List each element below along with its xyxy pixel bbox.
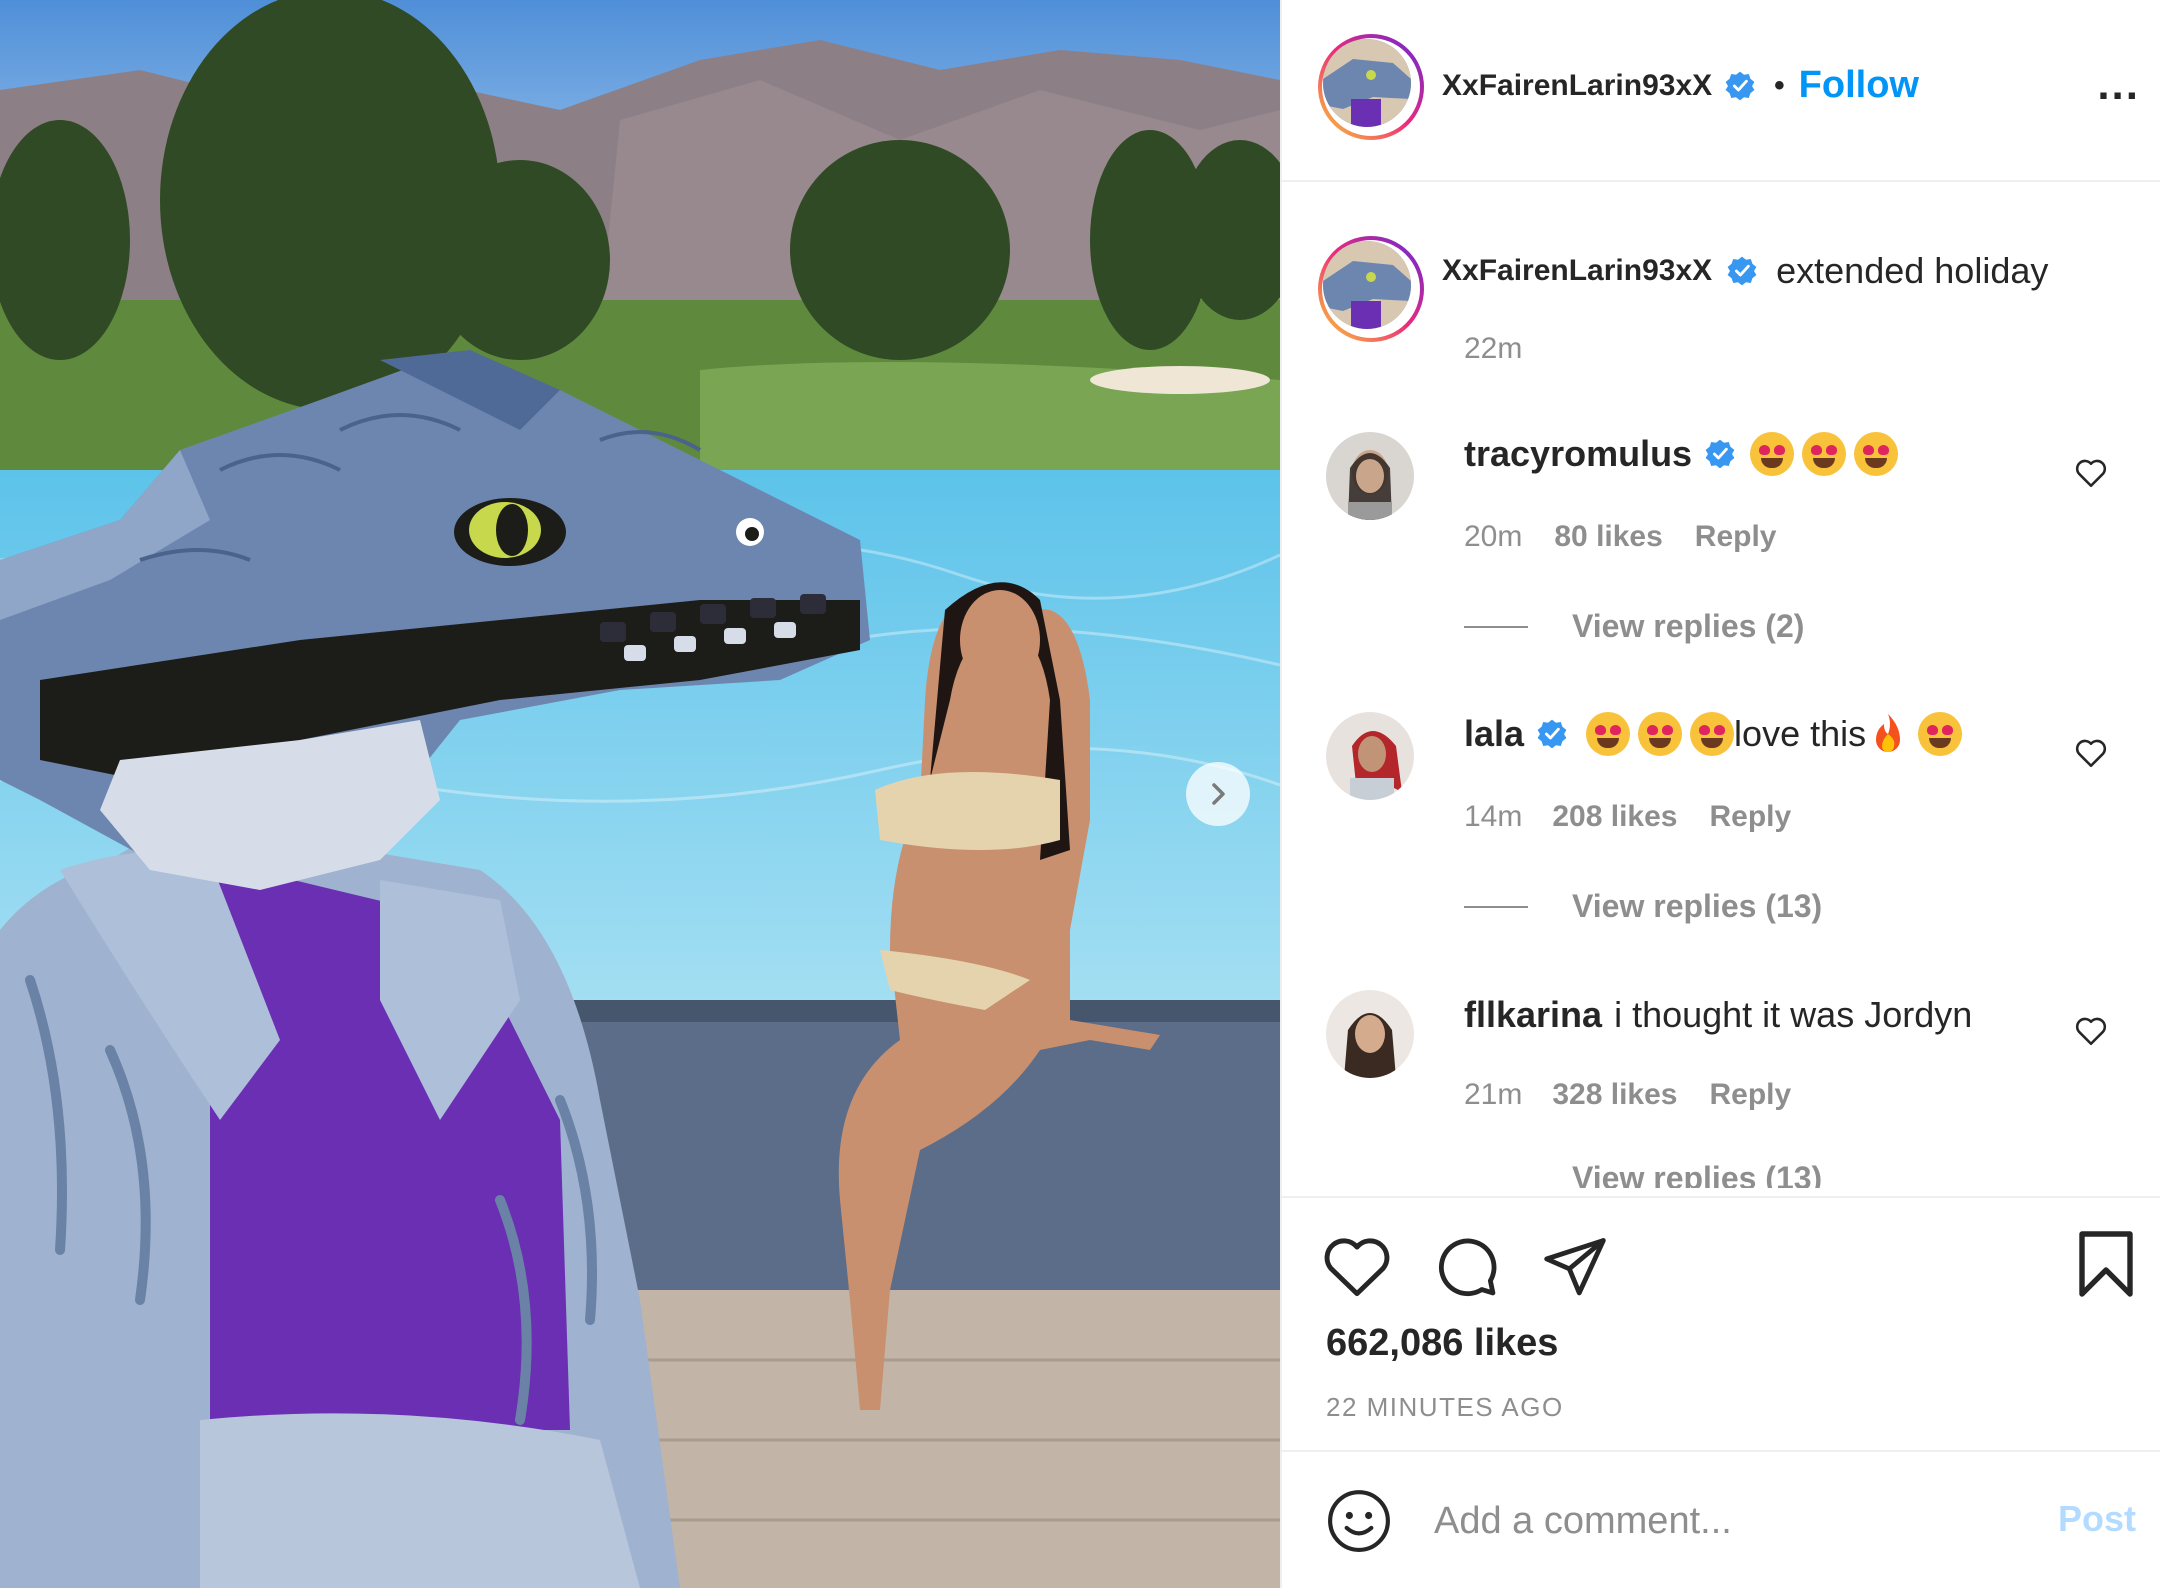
heart-eyes-emoji: [1854, 432, 1899, 476]
heart-eyes-emoji: [1802, 432, 1847, 476]
post-time-ago[interactable]: 22 MINUTES AGO: [1326, 1392, 1564, 1423]
view-replies-button[interactable]: View replies (13): [1572, 888, 1822, 925]
verified-icon: [1537, 719, 1567, 749]
post-actions: 662,086 likes 22 MINUTES AGO: [1282, 1196, 2160, 1454]
more-options-button[interactable]: ...: [2097, 60, 2140, 110]
view-replies-clipped: View replies (13): [1464, 1164, 1822, 1188]
comment-time: 21m: [1464, 1078, 1523, 1111]
commenter-avatar[interactable]: [1326, 990, 1414, 1078]
view-replies-button[interactable]: View replies (13): [1572, 1164, 1822, 1188]
verified-icon: [1725, 71, 1755, 100]
comment-likes[interactable]: 80 likes: [1554, 520, 1662, 554]
heart-eyes-emoji: [1638, 712, 1683, 756]
next-image-button[interactable]: [1186, 762, 1250, 826]
heart-eyes-emoji: [1918, 712, 1963, 756]
comment-input[interactable]: [1432, 1492, 1996, 1550]
reply-button[interactable]: Reply: [1709, 800, 1791, 834]
emoji-icon[interactable]: [1326, 1488, 1392, 1554]
like-comment-heart-icon[interactable]: [2074, 736, 2108, 770]
caption-username[interactable]: XxFairenLarin93xX: [1442, 254, 1712, 288]
author-username[interactable]: XxFairenLarin93xX: [1442, 69, 1712, 103]
heart-eyes-emoji: [1690, 712, 1735, 756]
heart-icon[interactable]: [1322, 1234, 1392, 1298]
verified-icon: [1727, 256, 1757, 286]
avatar-illustration: [1323, 39, 1411, 127]
comment-icon[interactable]: [1432, 1232, 1500, 1300]
reply-button[interactable]: Reply: [1695, 520, 1777, 554]
caption-timestamp: 22m: [1464, 332, 1523, 365]
follow-button[interactable]: Follow: [1799, 64, 1919, 107]
avatar-photo: [1326, 712, 1414, 800]
comment-username[interactable]: fllkarina: [1464, 994, 1602, 1036]
view-replies-line: [1464, 905, 1528, 908]
caption-text: extended holiday: [1776, 250, 2049, 291]
like-comment-heart-icon[interactable]: [2074, 1014, 2108, 1048]
comment-likes[interactable]: 208 likes: [1552, 800, 1677, 834]
heart-eyes-emoji: [1586, 712, 1631, 756]
comment-likes[interactable]: 328 likes: [1552, 1078, 1677, 1112]
post-header: XxFairenLarin93xX • Follow ...: [1282, 0, 2160, 182]
separator-dot: •: [1774, 68, 1785, 102]
caption-avatar[interactable]: [1318, 236, 1424, 342]
heart-eyes-emoji: [1750, 432, 1795, 476]
caption: XxFairenLarin93xX extended holiday: [1442, 250, 2048, 292]
avatar-illustration: [1323, 241, 1411, 329]
chevron-right-icon: [1212, 783, 1225, 805]
comment-text: i thought it was Jordyn: [1614, 994, 1973, 1035]
avatar-photo: [1326, 432, 1414, 520]
post-image: [0, 0, 1280, 1588]
comment-time: 14m: [1464, 800, 1523, 833]
avatar-photo: [1326, 990, 1414, 1078]
comment-username[interactable]: tracyromulus: [1464, 433, 1692, 475]
bookmark-icon[interactable]: [2076, 1228, 2136, 1300]
commenter-avatar[interactable]: [1326, 712, 1414, 800]
post-comment-button[interactable]: Post: [2058, 1498, 2136, 1540]
view-replies-line: [1464, 625, 1528, 628]
reply-button[interactable]: Reply: [1709, 1078, 1791, 1112]
author-avatar[interactable]: [1318, 34, 1424, 140]
comment-text: love this: [1734, 713, 1867, 754]
post-side-panel: XxFairenLarin93xX • Follow ... XxFairenL…: [1280, 0, 2160, 1588]
fire-emoji: [1876, 714, 1901, 752]
likes-count[interactable]: 662,086 likes: [1326, 1322, 1558, 1365]
comment-username[interactable]: lala: [1464, 713, 1524, 755]
like-comment-heart-icon[interactable]: [2074, 456, 2108, 490]
view-replies-button[interactable]: View replies (2): [1572, 608, 1804, 645]
verified-icon: [1705, 439, 1735, 469]
commenter-avatar[interactable]: [1326, 432, 1414, 520]
share-icon[interactable]: [1540, 1232, 1610, 1300]
comment-time: 20m: [1464, 520, 1523, 553]
post-photo-illustration: [0, 0, 1280, 1588]
comment-composer: Post: [1282, 1450, 2160, 1590]
instagram-post: XxFairenLarin93xX • Follow ... XxFairenL…: [0, 0, 2160, 1588]
